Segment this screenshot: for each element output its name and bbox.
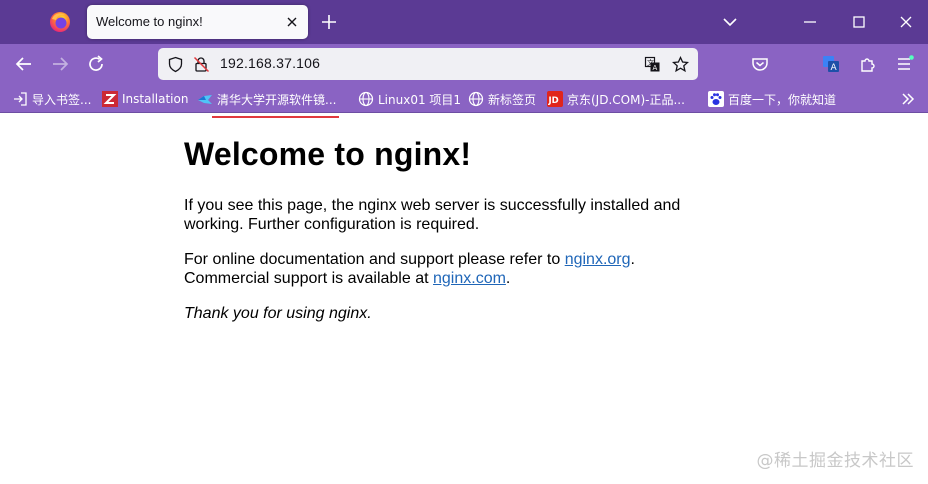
tab-title: Welcome to nginx! <box>96 14 203 29</box>
bookmark-new-tab[interactable]: 新标签页 <box>468 90 536 108</box>
bookmark-label: 京东(JD.COM)-正品... <box>567 92 685 107</box>
url-bar[interactable]: 192.168.37.106 文 A <box>158 48 698 80</box>
menu-hamburger-icon[interactable] <box>895 54 915 74</box>
bookmarks-toolbar: 导入书签... Installation 清华大学开源软件镜... Linux0… <box>0 84 928 113</box>
minimize-icon[interactable] <box>800 12 820 32</box>
bookmark-baidu[interactable]: 百度一下，你就知道 <box>708 90 836 108</box>
commercial-text-period: . <box>505 270 511 287</box>
tab-strip: Welcome to nginx! <box>0 0 928 44</box>
maximize-icon[interactable] <box>849 12 869 32</box>
svg-text:A: A <box>831 63 838 73</box>
tab-active[interactable]: Welcome to nginx! <box>87 5 308 39</box>
chevron-down-icon[interactable] <box>720 12 740 32</box>
tuna-icon <box>198 95 212 104</box>
page-heading: Welcome to nginx! <box>184 136 472 172</box>
shield-icon[interactable] <box>167 56 184 73</box>
back-arrow-icon[interactable] <box>14 54 34 74</box>
reload-icon[interactable] <box>86 54 106 74</box>
svg-text:JD: JD <box>548 96 559 106</box>
globe-icon <box>468 91 484 107</box>
bookmark-installation[interactable]: Installation <box>102 90 188 108</box>
navigation-toolbar: 192.168.37.106 文 A A <box>0 44 928 118</box>
jd-icon: JD <box>547 91 563 107</box>
new-tab-plus-icon[interactable] <box>320 13 338 31</box>
bookmark-linux01[interactable]: Linux01 项目1 <box>358 90 461 108</box>
baidu-paw-icon <box>708 91 724 107</box>
nginx-com-link[interactable]: nginx.com <box>433 270 506 287</box>
url-annotation-underline <box>212 116 339 118</box>
translate-extension-icon[interactable]: A <box>821 54 841 74</box>
bookmark-tuna-mirror[interactable]: 清华大学开源软件镜... <box>197 90 336 108</box>
firefox-logo-icon[interactable] <box>49 11 71 33</box>
bookmark-label: 清华大学开源软件镜... <box>217 92 337 107</box>
bookmark-label: 导入书签... <box>32 92 92 107</box>
close-icon[interactable] <box>284 14 300 30</box>
svg-text:A: A <box>653 64 658 72</box>
import-icon <box>14 92 27 106</box>
intro-paragraph: If you see this page, the nginx web serv… <box>184 197 681 233</box>
extensions-puzzle-icon[interactable] <box>858 54 878 74</box>
commercial-text: Commercial support is available at <box>184 270 433 287</box>
watermark-text: @稀土掘金技术社区 <box>756 451 914 471</box>
bookmark-jd[interactable]: JD 京东(JD.COM)-正品... <box>547 90 685 108</box>
pocket-icon[interactable] <box>750 54 770 74</box>
chevron-double-right-icon[interactable] <box>899 90 917 108</box>
zotero-z-icon <box>102 91 118 107</box>
insecure-lock-icon[interactable] <box>193 56 210 73</box>
thanks-paragraph: Thank you for using nginx. <box>184 305 372 322</box>
forward-arrow-icon[interactable] <box>50 54 70 74</box>
documentation-paragraph: For online documentation and support ple… <box>184 250 704 288</box>
bookmark-import[interactable]: 导入书签... <box>12 90 91 108</box>
window-close-icon[interactable] <box>896 12 916 32</box>
bookmark-label: 新标签页 <box>488 92 537 107</box>
nginx-org-link[interactable]: nginx.org <box>565 251 631 268</box>
bookmark-label: Installation <box>122 92 189 106</box>
doc-text: For online documentation and support ple… <box>184 251 565 268</box>
bookmark-label: 百度一下，你就知道 <box>728 92 837 107</box>
doc-text-period: . <box>630 251 635 268</box>
url-text[interactable]: 192.168.37.106 <box>220 55 320 71</box>
globe-icon <box>358 91 374 107</box>
bookmark-star-icon[interactable] <box>672 56 689 73</box>
translate-page-icon[interactable]: 文 A <box>644 56 661 73</box>
bookmark-label: Linux01 项目1 <box>378 92 462 107</box>
